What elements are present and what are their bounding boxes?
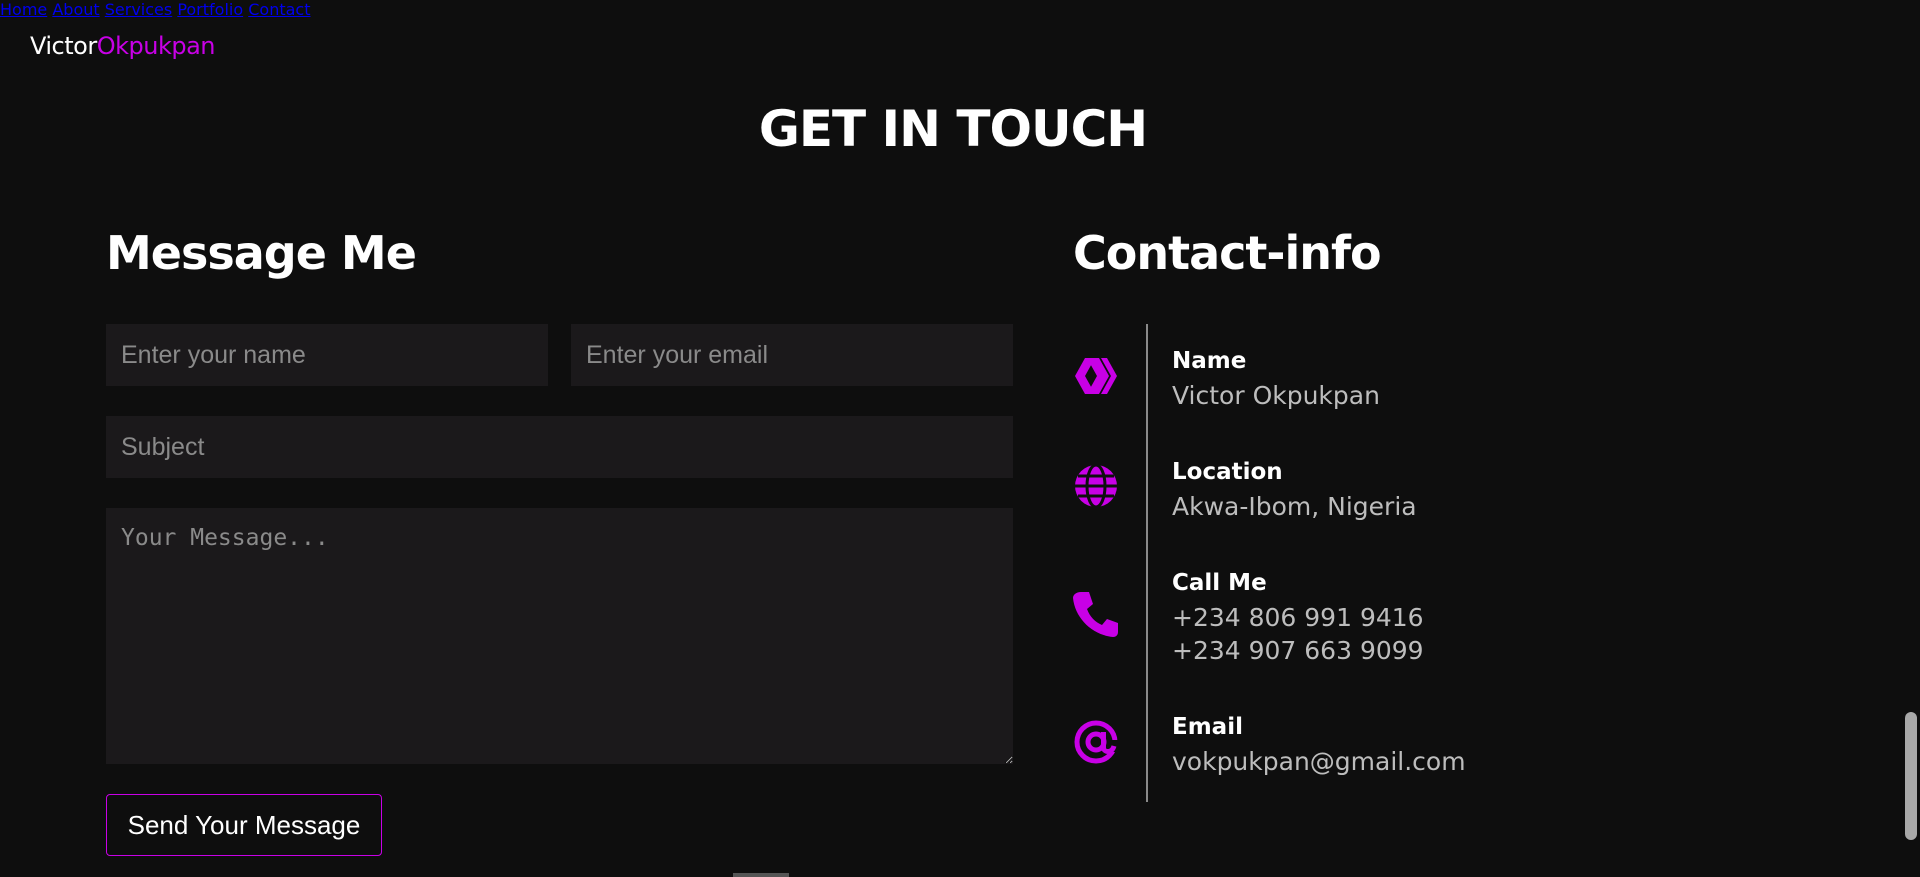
nav-home[interactable]: Home: [0, 0, 47, 19]
logo-first-name: Victor: [30, 32, 97, 60]
contact-label-location: Location: [1172, 459, 1283, 485]
contact-info-heading: Contact-info: [1073, 226, 1382, 280]
scrollbar-thumb[interactable]: [1905, 712, 1917, 840]
message-textarea[interactable]: [106, 508, 1013, 764]
nav-portfolio[interactable]: Portfolio: [177, 0, 243, 19]
bottom-edge-marker: [733, 873, 789, 877]
email-input[interactable]: [571, 324, 1013, 386]
site-header: VictorOkpukpan Home About Services Portf…: [0, 0, 1900, 92]
nav-about[interactable]: About: [52, 0, 99, 19]
name-input[interactable]: [106, 324, 548, 386]
contact-label-call: Call Me: [1172, 570, 1267, 596]
globe-icon: [1075, 463, 1117, 509]
contact-value-location: Akwa-Ibom, Nigeria: [1172, 492, 1417, 521]
contact-info-divider: [1146, 324, 1148, 802]
nav-services[interactable]: Services: [105, 0, 172, 19]
contact-value-email[interactable]: vokpukpan@gmail.com: [1172, 747, 1466, 776]
main-nav: Home About Services Portfolio Contact: [0, 0, 1900, 19]
site-logo[interactable]: VictorOkpukpan: [30, 32, 216, 60]
nav-contact[interactable]: Contact: [248, 0, 310, 19]
subject-input[interactable]: [106, 416, 1013, 478]
contact-label-name: Name: [1172, 348, 1247, 374]
contact-label-email: Email: [1172, 714, 1243, 740]
contact-value-name: Victor Okpukpan: [1172, 381, 1380, 410]
form-heading: Message Me: [106, 226, 417, 280]
page: VictorOkpukpan Home About Services Portf…: [0, 0, 1920, 877]
hive-icon: [1075, 358, 1117, 394]
section-title: GET IN TOUCH: [758, 100, 1148, 158]
phone-icon: [1073, 592, 1118, 637]
logo-last-name: Okpukpan: [96, 32, 216, 60]
at-sign-icon: [1074, 720, 1120, 764]
contact-value-phone-1[interactable]: +234 806 991 9416: [1172, 603, 1424, 632]
contact-value-phone-2[interactable]: +234 907 663 9099: [1172, 636, 1424, 665]
send-message-button[interactable]: Send Your Message: [106, 794, 382, 856]
